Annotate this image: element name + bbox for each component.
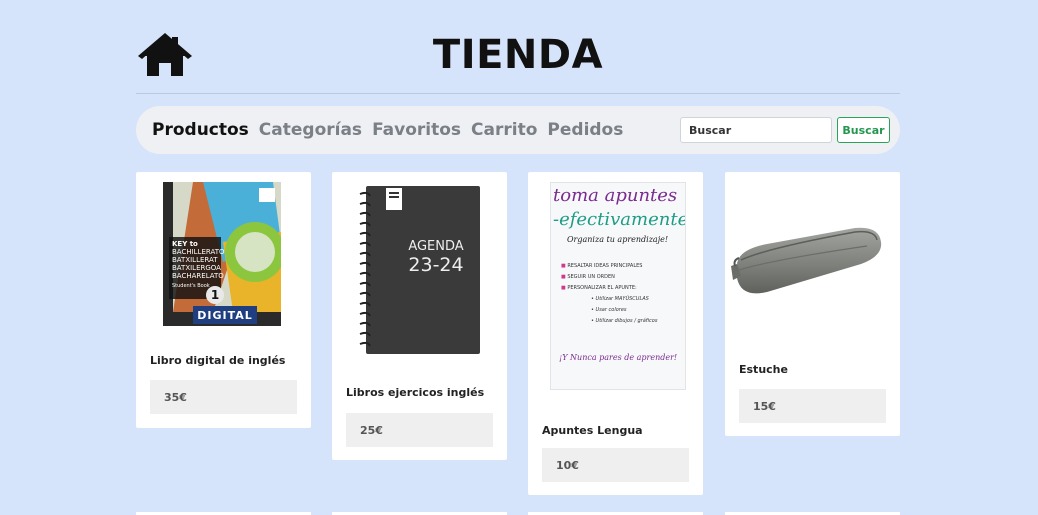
notes-subitem: • Usar colores	[591, 307, 627, 313]
pencil-case-illustration	[731, 227, 882, 294]
navbar: Productos Categorías Favoritos Carrito P…	[136, 106, 900, 154]
product-card[interactable]: KEY to BACHILLERATO BATXILLERAT BATXILER…	[136, 172, 311, 428]
site-header: TIENDA	[136, 28, 900, 94]
notes-subitem: • Utilizar MAYÚSCULAS	[591, 296, 649, 302]
cover-line: BATXILLERAT	[172, 256, 218, 264]
nav-link-carrito[interactable]: Carrito	[471, 120, 537, 140]
notes-subitem: • Utilizar dibujos / gráficos	[591, 318, 658, 324]
product-image[interactable]: KEY to BACHILLERATO BATXILLERAT BATXILER…	[163, 182, 281, 326]
product-price: 15€	[739, 389, 886, 423]
nav-link-categorias[interactable]: Categorías	[259, 120, 362, 140]
product-image[interactable]	[727, 220, 883, 302]
product-price: 35€	[150, 380, 297, 414]
product-price: 25€	[346, 413, 493, 447]
notes-footer: ¡Y Nunca pares de aprender!	[559, 353, 678, 362]
notes-item: ■ RESALTAR IDEAS PRINCIPALES	[561, 263, 643, 269]
nav-link-pedidos[interactable]: Pedidos	[547, 120, 623, 140]
product-card[interactable]: toma apuntes -efectivamente Organiza tu …	[528, 172, 703, 495]
search-button[interactable]: Buscar	[837, 117, 890, 143]
site-title: TIENDA	[432, 32, 604, 78]
notes-item: ■ PERSONALIZAR EL APUNTE:	[561, 285, 637, 291]
cover-band: DIGITAL	[197, 309, 253, 322]
product-price: 10€	[542, 448, 689, 482]
notes-subtitle: Organiza tu aprendizaje!	[567, 235, 669, 244]
cover-line: BATXILERGOA	[172, 264, 221, 272]
cover-line: KEY to	[172, 240, 198, 248]
product-name[interactable]: Libro digital de inglés	[150, 354, 285, 367]
notes-title-2: -efectivamente	[553, 209, 686, 230]
agenda-year: 23-24	[408, 254, 464, 276]
product-name[interactable]: Estuche	[739, 363, 788, 376]
product-image[interactable]: AGENDA 23-24	[358, 184, 482, 356]
product-card[interactable]: AGENDA 23-24 Libros ejercicos inglés 25€	[332, 172, 507, 460]
nav-link-productos[interactable]: Productos	[152, 120, 249, 140]
search-input[interactable]	[680, 117, 832, 143]
cover-number: 1	[210, 288, 220, 302]
nav-link-favoritos[interactable]: Favoritos	[372, 120, 461, 140]
product-name[interactable]: Libros ejercicos inglés	[346, 386, 484, 399]
product-image[interactable]: toma apuntes -efectivamente Organiza tu …	[550, 182, 686, 390]
product-card[interactable]: Estuche 15€	[725, 172, 900, 436]
nav-links: Productos Categorías Favoritos Carrito P…	[152, 106, 633, 154]
notes-title: toma apuntes	[553, 185, 678, 206]
notes-item: ■ SEGUIR UN ORDEN	[561, 274, 615, 280]
cover-line: BACHARELATO	[172, 272, 224, 280]
agenda-text: AGENDA	[408, 239, 464, 254]
cover-line: BACHILLERATO	[172, 248, 225, 256]
product-name[interactable]: Apuntes Lengua	[542, 424, 643, 437]
